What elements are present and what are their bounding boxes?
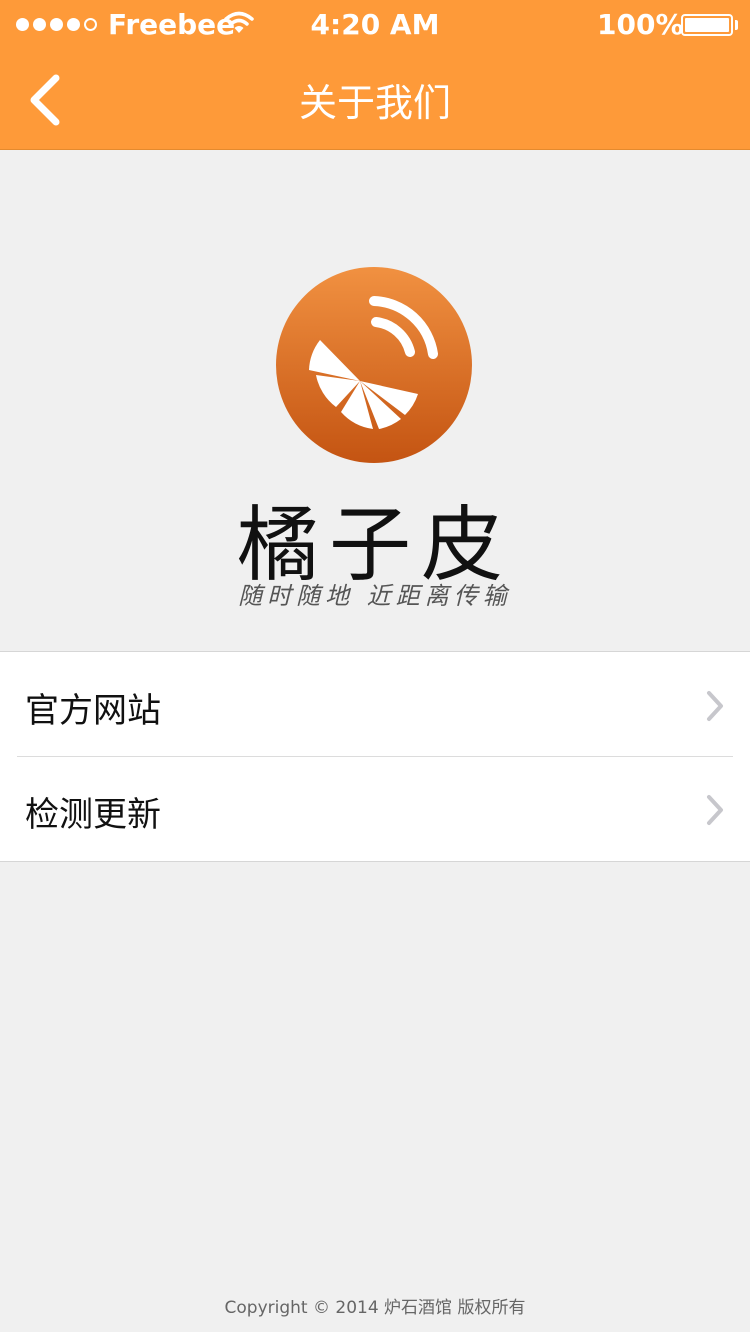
app-logo — [276, 267, 472, 463]
official-website-label: 官方网站 — [25, 691, 161, 731]
check-update-row[interactable]: 检测更新 — [0, 756, 750, 860]
chevron-right-icon — [707, 795, 723, 825]
battery-fill — [685, 18, 729, 32]
app-slogan: 随时随地 近距离传输 — [238, 582, 512, 610]
settings-list: 官方网站 检测更新 — [0, 651, 750, 862]
copyright-text: Copyright © 2014 炉石酒馆 版权所有 — [224, 1298, 526, 1318]
chevron-right-icon — [707, 691, 723, 721]
status-bar: Freebee 4:20 AM 100% — [0, 0, 750, 50]
battery-icon — [681, 14, 733, 36]
nav-bar: Freebee 4:20 AM 100% 关于我们 — [0, 0, 750, 150]
check-update-label: 检测更新 — [25, 795, 161, 835]
battery-percentage: 100% — [597, 8, 684, 41]
official-website-row[interactable]: 官方网站 — [0, 652, 750, 757]
battery-tip — [735, 20, 738, 30]
page-title: 关于我们 — [298, 81, 451, 125]
